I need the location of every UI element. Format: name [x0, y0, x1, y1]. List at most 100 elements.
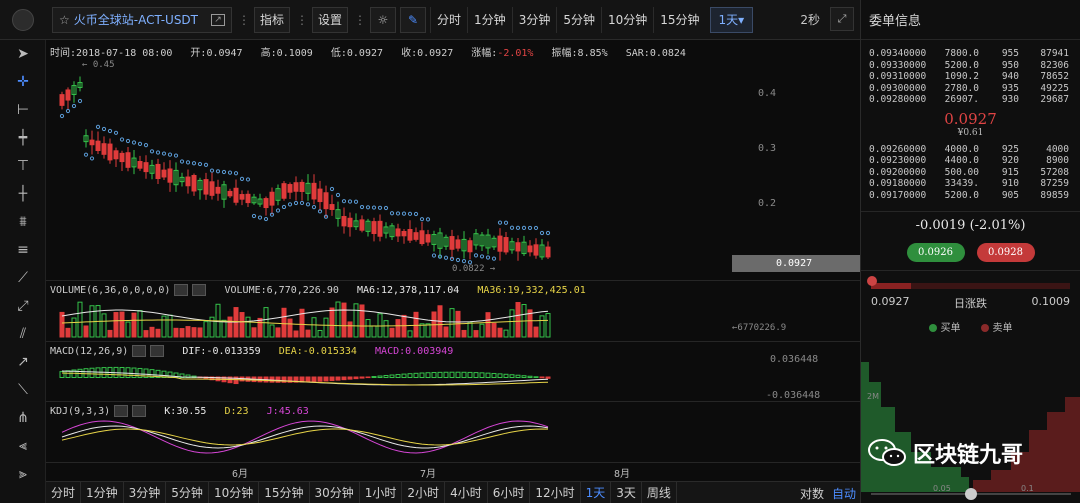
- tab-period-4[interactable]: 10分钟: [600, 6, 653, 33]
- trend-angle-icon[interactable]: ⤢: [0, 292, 46, 320]
- high-annotation: ← 0.45: [82, 60, 115, 70]
- tab-period-1[interactable]: 1分钟: [467, 6, 512, 33]
- day-period-dropdown[interactable]: 1天▾: [709, 6, 754, 33]
- price-line-icon[interactable]: ⩩: [0, 208, 46, 236]
- sar-dot: [233, 171, 239, 176]
- ask-row[interactable]: 0.09340000 7800.0 955 87941: [861, 48, 1080, 60]
- bid-row[interactable]: 0.09170000 5200.0 905 89859: [861, 190, 1080, 202]
- draw-pencil-icon[interactable]: ✎: [400, 6, 427, 33]
- star-icon[interactable]: ☆: [59, 13, 70, 27]
- volume-bar: [395, 319, 401, 338]
- macd-bar: [401, 373, 407, 379]
- cursor-arrow-icon[interactable]: ➤: [0, 40, 46, 68]
- volume-bar: [317, 329, 323, 338]
- pane-settings-icon[interactable]: [174, 284, 189, 296]
- pitchfork-icon[interactable]: ⋔: [0, 404, 46, 432]
- volume-bar: [179, 328, 185, 338]
- pane-settings-icon[interactable]: [114, 405, 129, 417]
- channel-icon[interactable]: ⫽: [0, 320, 46, 348]
- macd-bar: [539, 376, 545, 379]
- tab-period-2[interactable]: 3分钟: [511, 6, 557, 33]
- popout-icon[interactable]: ↗: [211, 13, 225, 26]
- bottom-period-5[interactable]: 15分钟: [259, 481, 310, 503]
- bid-cell: 910: [1001, 178, 1019, 189]
- bottom-period-7[interactable]: 1小时: [360, 481, 403, 503]
- parallel-lines-icon[interactable]: ≡: [0, 236, 46, 264]
- ask-price-button[interactable]: 0.0928: [976, 243, 1035, 262]
- refresh-interval[interactable]: 2秒: [800, 11, 820, 28]
- macd-bar: [89, 367, 95, 379]
- bottom-period-11[interactable]: 12小时: [530, 481, 581, 503]
- bottom-period-8[interactable]: 2小时: [402, 481, 446, 503]
- bottom-period-2[interactable]: 3分钟: [124, 481, 167, 503]
- depth-chart[interactable]: [861, 352, 1080, 492]
- log-scale-toggle[interactable]: 对数: [800, 485, 824, 502]
- fullscreen-icon[interactable]: ⤢: [830, 7, 854, 31]
- settings-button[interactable]: 设置: [312, 6, 349, 33]
- indicators-button[interactable]: 指标: [254, 6, 291, 33]
- tab-period-0[interactable]: 分时: [430, 6, 467, 33]
- macd-bar: [329, 376, 335, 382]
- candle-body: [101, 143, 107, 155]
- pane-settings-icon[interactable]: [132, 345, 147, 357]
- tab-period-3[interactable]: 5分钟: [556, 6, 601, 33]
- pane-close-icon[interactable]: [150, 345, 165, 357]
- macd-bar: [503, 373, 509, 379]
- bid-price-button[interactable]: 0.0926: [906, 243, 965, 262]
- bottom-period-0[interactable]: 分时: [46, 481, 82, 503]
- auto-scale-toggle[interactable]: 自动: [832, 485, 856, 502]
- theme-icon[interactable]: ☼: [370, 6, 397, 33]
- bottom-period-4[interactable]: 10分钟: [209, 481, 260, 503]
- speed-lines-icon[interactable]: ⫸: [0, 460, 46, 488]
- divider: [861, 270, 1080, 271]
- symbol-selector[interactable]: ☆ 火币全球站-ACT-USDT ↗: [52, 6, 232, 33]
- bottom-period-1[interactable]: 1分钟: [81, 481, 124, 503]
- gann-fan-icon[interactable]: ⫷: [0, 432, 46, 460]
- bid-row[interactable]: 0.09200000 500.00 915 57208: [861, 167, 1080, 179]
- bottom-period-13[interactable]: 3天: [611, 481, 642, 503]
- tab-period-5[interactable]: 15分钟: [653, 6, 705, 33]
- crosshair-icon[interactable]: ✛: [0, 68, 46, 96]
- candle-body: [533, 244, 539, 256]
- macd-bar: [485, 372, 491, 379]
- macd-title: MACD(12,26,9): [50, 346, 129, 357]
- fibonacci-icon[interactable]: ⟍: [0, 376, 46, 404]
- sar-dot: [107, 128, 113, 134]
- volume-bar: [197, 327, 203, 338]
- vertical-line-icon[interactable]: ┼: [0, 180, 46, 208]
- ask-row[interactable]: 0.09280000 26907. 930 29687: [861, 94, 1080, 106]
- volume-bar: [191, 327, 197, 338]
- pane-close-icon[interactable]: [192, 284, 207, 296]
- ray-line-icon[interactable]: ⊤: [0, 152, 46, 180]
- volume-bar: [143, 330, 149, 338]
- bottom-period-3[interactable]: 5分钟: [166, 481, 209, 503]
- volume-bar: [425, 323, 431, 338]
- bid-row[interactable]: 0.09230000 4400.0 920 8900: [861, 155, 1080, 167]
- candle-body: [263, 198, 269, 209]
- bid-row[interactable]: 0.09260000 4000.0 925 4000: [861, 144, 1080, 156]
- chart-area[interactable]: 时间:2018-07-18 08:00 开:0.0947 高:0.1009 低:…: [46, 40, 860, 481]
- bid-row[interactable]: 0.09180000 33439. 910 87259: [861, 178, 1080, 190]
- ask-cell: 0.09340000: [869, 48, 927, 59]
- pane-close-icon[interactable]: [132, 405, 147, 417]
- sar-dot: [395, 211, 401, 216]
- bottom-period-9[interactable]: 4小时: [445, 481, 488, 503]
- candle-body: [281, 183, 287, 199]
- candle-body: [317, 188, 323, 203]
- bottom-period-6[interactable]: 30分钟: [310, 481, 360, 503]
- volume-bar: [107, 329, 113, 338]
- bottom-period-14[interactable]: 周线: [642, 481, 677, 503]
- candle-body: [119, 152, 125, 163]
- arrow-line-icon[interactable]: ↗: [0, 348, 46, 376]
- volume-bar: [77, 301, 83, 338]
- bottom-period-12[interactable]: 1天: [581, 481, 612, 503]
- horizontal-segment-icon[interactable]: ⊢: [0, 96, 46, 124]
- bottom-period-10[interactable]: 6小时: [488, 481, 531, 503]
- ask-row[interactable]: 0.09310000 1090.2 940 78652: [861, 71, 1080, 83]
- horizontal-line-icon[interactable]: ┿: [0, 124, 46, 152]
- volume-bar: [509, 309, 515, 338]
- ask-row[interactable]: 0.09330000 5200.0 950 82306: [861, 60, 1080, 72]
- trend-line-icon[interactable]: ⟋: [0, 264, 46, 292]
- ask-row[interactable]: 0.09300000 2780.0 935 49225: [861, 83, 1080, 95]
- depth-slider-knob[interactable]: [965, 488, 977, 500]
